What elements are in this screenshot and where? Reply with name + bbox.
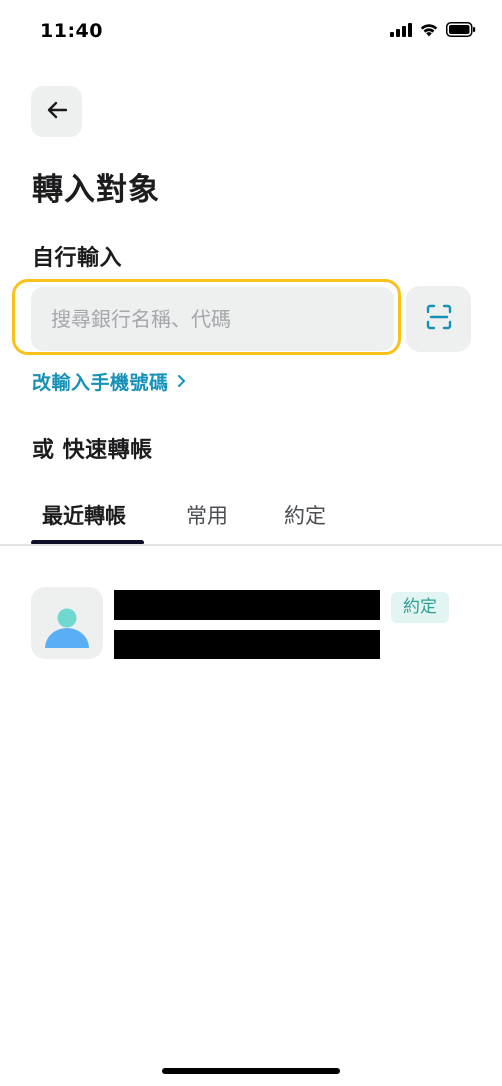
back-button[interactable] xyxy=(31,86,82,137)
arrow-left-icon xyxy=(46,101,68,123)
manual-entry-label: 自行輸入 xyxy=(32,246,123,271)
tabs-divider xyxy=(0,544,502,546)
redacted-account-number xyxy=(114,630,380,659)
phone-number-link[interactable]: 改輸入手機號碼 xyxy=(32,368,187,395)
status-icons xyxy=(390,22,476,41)
scan-icon xyxy=(426,304,452,334)
scan-button[interactable] xyxy=(406,286,471,352)
page-title: 轉入對象 xyxy=(32,172,160,208)
tab-frequent[interactable]: 常用 xyxy=(186,500,228,530)
user-avatar-icon xyxy=(31,608,103,659)
tab-scheduled[interactable]: 約定 xyxy=(284,500,326,530)
transfer-tabs: 最近轉帳 常用 約定 xyxy=(0,490,502,546)
quick-transfer-label: 或 快速轉帳 xyxy=(32,438,153,463)
avatar xyxy=(31,587,103,659)
recent-transfer-item[interactable]: 約定 xyxy=(0,580,502,670)
home-indicator xyxy=(162,1068,340,1074)
battery-icon xyxy=(446,22,476,41)
status-time: 11:40 xyxy=(40,20,103,42)
chevron-right-icon xyxy=(177,371,187,393)
phone-number-link-label: 改輸入手機號碼 xyxy=(32,372,169,394)
tab-recent[interactable]: 最近轉帳 xyxy=(42,500,126,530)
cellular-signal-icon xyxy=(390,22,412,41)
redacted-payee-name xyxy=(114,590,380,620)
status-badge: 約定 xyxy=(391,592,449,623)
wifi-icon xyxy=(419,22,439,41)
status-bar: 11:40 xyxy=(0,0,502,64)
bank-search-input[interactable] xyxy=(31,287,394,351)
